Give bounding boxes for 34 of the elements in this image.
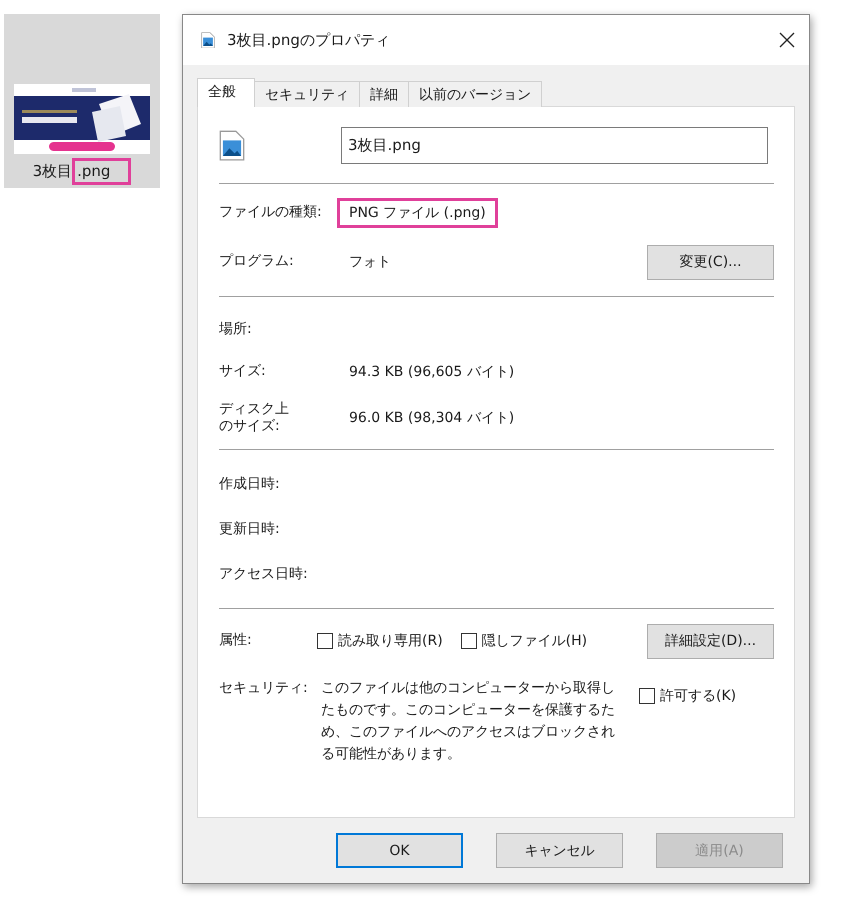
field-label: アクセス日時:	[219, 566, 309, 584]
dialog-button[interactable]: キャンセル	[496, 833, 623, 868]
advanced-button[interactable]: 詳細設定(D)...	[647, 624, 774, 658]
field-value: PNG ファイル (.png)	[337, 198, 498, 228]
tab[interactable]: 詳細	[359, 81, 409, 107]
file-tile[interactable]: 3枚目 .png	[4, 14, 160, 188]
field-label: ディスク上のサイズ:	[219, 400, 290, 436]
image-file-icon	[201, 32, 215, 48]
field-label: セキュリティ:	[219, 679, 309, 698]
tab[interactable]: 以前のバージョン	[408, 81, 542, 107]
image-file-icon	[219, 130, 245, 162]
checkbox[interactable]: 読み取り専用(R)	[317, 632, 443, 650]
dialog-button[interactable]: OK	[336, 833, 463, 868]
change-button[interactable]: 変更(C)...	[647, 244, 774, 280]
field-label: 作成日時:	[219, 476, 281, 494]
window-title: 3枚目.pngのプロパティ	[227, 30, 391, 50]
field-value: 94.3 KB (96,605 バイト)	[349, 363, 514, 381]
field-value: フォト	[349, 253, 391, 271]
file-name-field[interactable]: 3枚目.png	[341, 127, 768, 164]
field-label: 属性:	[219, 632, 253, 650]
field-label: 更新日時:	[219, 520, 281, 538]
tab[interactable]: セキュリティ	[254, 81, 360, 107]
field-label: プログラム:	[219, 253, 295, 271]
file-name: 3枚目	[32, 162, 72, 181]
field-label: サイズ:	[219, 363, 267, 381]
field-value: 96.0 KB (98,304 バイト)	[349, 409, 514, 427]
field-label: 場所:	[219, 321, 253, 339]
security-text: このファイルは他のコンピューターから取得したものです。このコンピューターを保護するため、このファイルへのアクセスはブロックされる可能性があります。	[321, 679, 616, 764]
checkbox[interactable]: 許可する(K)	[639, 687, 736, 705]
field-label: ファイルの種類:	[219, 204, 323, 222]
file-extension: .png	[72, 158, 132, 185]
checkbox[interactable]: 隠しファイル(H)	[460, 632, 588, 650]
tab[interactable]: 全般	[197, 78, 255, 107]
close-icon[interactable]	[779, 32, 795, 48]
